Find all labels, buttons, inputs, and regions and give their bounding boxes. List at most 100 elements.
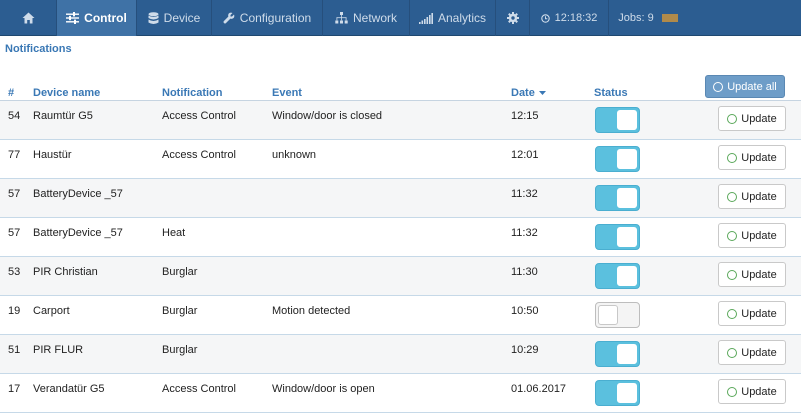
- cell-id: 77: [8, 149, 21, 161]
- cell-date: 11:30: [511, 266, 538, 278]
- top-navbar: Control Device Configuration Network Ana…: [0, 0, 801, 36]
- nav-device[interactable]: Device: [137, 0, 212, 36]
- refresh-icon: [727, 269, 738, 280]
- jobs-count: Jobs: 9: [618, 12, 654, 24]
- table-row: 17 Verandatür G5 Access Control Window/door…: [0, 374, 801, 413]
- cell-notification: Heat: [162, 227, 186, 239]
- refresh-icon: [727, 386, 738, 397]
- nav-configuration-label: Configuration: [239, 11, 312, 25]
- column-header-device-name[interactable]: Device name: [33, 87, 100, 99]
- home-icon: [22, 12, 34, 24]
- status-toggle[interactable]: [595, 302, 640, 328]
- nav-network[interactable]: Network: [323, 0, 410, 36]
- column-header-notification[interactable]: Notification: [162, 87, 223, 99]
- gear-icon: [506, 12, 519, 24]
- column-header-status: Status: [594, 87, 628, 99]
- refresh-icon: [727, 347, 738, 358]
- cell-notification: Burglar: [162, 344, 198, 356]
- cell-device-name: Carport: [33, 305, 70, 317]
- nav-analytics-label: Analytics: [437, 11, 487, 25]
- update-button-label: Update: [741, 112, 777, 125]
- cell-event: Motion detected: [272, 305, 351, 317]
- refresh-icon: [727, 230, 738, 241]
- cell-date: 12:15: [511, 110, 539, 122]
- update-button[interactable]: Update: [718, 301, 786, 326]
- refresh-icon: [713, 81, 724, 92]
- nav-analytics[interactable]: Analytics: [410, 0, 496, 36]
- toggle-knob: [617, 266, 637, 286]
- update-button-label: Update: [741, 268, 777, 281]
- cell-device-name: Verandatür G5: [33, 383, 105, 395]
- cell-date: 10:29: [511, 344, 539, 356]
- toggle-knob: [617, 383, 637, 403]
- cell-date: 10:50: [511, 305, 539, 317]
- column-header-date[interactable]: Date: [511, 87, 546, 99]
- update-all-button[interactable]: Update all: [705, 75, 785, 98]
- toggle-knob: [617, 110, 637, 130]
- status-toggle[interactable]: [595, 263, 640, 289]
- sort-desc-icon: [538, 91, 546, 95]
- sliders-icon: [66, 12, 80, 24]
- update-button-label: Update: [741, 229, 777, 242]
- status-toggle[interactable]: [595, 185, 640, 211]
- update-button-label: Update: [741, 151, 777, 164]
- clock-icon: [540, 13, 550, 23]
- nav-configuration[interactable]: Configuration: [212, 0, 323, 36]
- sitemap-icon: [335, 12, 348, 24]
- column-header-id: #: [8, 87, 15, 99]
- cell-device-name: Raumtür G5: [33, 110, 93, 122]
- cell-id: 57: [8, 188, 21, 200]
- toggle-knob: [617, 344, 637, 364]
- nav-home[interactable]: [0, 0, 57, 36]
- status-toggle[interactable]: [595, 146, 640, 172]
- nav-settings[interactable]: [496, 0, 530, 36]
- update-button[interactable]: Update: [718, 223, 786, 248]
- cell-notification: Access Control: [162, 383, 236, 395]
- update-button[interactable]: Update: [718, 184, 786, 209]
- cell-notification: Access Control: [162, 149, 236, 161]
- cell-id: 19: [8, 305, 21, 317]
- table-row: 57 BatteryDevice _57 Heat 11:32 Update: [0, 218, 801, 257]
- cell-date: 11:32: [511, 227, 538, 239]
- table-row: 51 PIR FLUR Burglar 10:29 Update: [0, 335, 801, 374]
- refresh-icon: [727, 191, 738, 202]
- update-button-label: Update: [741, 385, 777, 398]
- cell-device-name: BatteryDevice _57: [33, 188, 123, 200]
- cell-notification: Burglar: [162, 266, 198, 278]
- toggle-knob: [617, 188, 637, 208]
- cell-device-name: BatteryDevice _57: [33, 227, 123, 239]
- cell-id: 54: [8, 110, 21, 122]
- cell-device-name: Haustür: [33, 149, 72, 161]
- column-header-event[interactable]: Event: [272, 87, 302, 99]
- cell-notification: Access Control: [162, 110, 236, 122]
- update-button[interactable]: Update: [718, 106, 786, 131]
- nav-network-label: Network: [352, 11, 397, 25]
- update-button-label: Update: [741, 190, 777, 203]
- page-title: Notifications: [5, 43, 72, 55]
- refresh-icon: [727, 152, 738, 163]
- update-all-label: Update all: [727, 80, 777, 93]
- status-toggle[interactable]: [595, 380, 640, 406]
- status-toggle[interactable]: [595, 224, 640, 250]
- refresh-icon: [727, 113, 738, 124]
- cell-id: 57: [8, 227, 21, 239]
- update-button-label: Update: [741, 307, 777, 320]
- database-icon: [148, 11, 159, 24]
- table-row: 19 Carport Burglar Motion detected 10:50 Upda…: [0, 296, 801, 335]
- update-button[interactable]: Update: [718, 262, 786, 287]
- clock-time: 12:18:32: [554, 12, 598, 24]
- nav-jobs[interactable]: Jobs: 9: [609, 0, 687, 36]
- toggle-knob: [598, 305, 618, 325]
- update-button[interactable]: Update: [718, 340, 786, 365]
- status-toggle[interactable]: [595, 341, 640, 367]
- update-button-label: Update: [741, 346, 777, 359]
- update-button[interactable]: Update: [718, 145, 786, 170]
- refresh-icon: [727, 308, 738, 319]
- toggle-knob: [617, 149, 637, 169]
- status-toggle[interactable]: [595, 107, 640, 133]
- table-row: 54 Raumtür G5 Access Control Window/door is…: [0, 101, 801, 140]
- column-header-date-label: Date: [511, 87, 535, 99]
- nav-device-label: Device: [163, 11, 201, 25]
- update-button[interactable]: Update: [718, 379, 786, 404]
- nav-control[interactable]: Control: [57, 0, 137, 36]
